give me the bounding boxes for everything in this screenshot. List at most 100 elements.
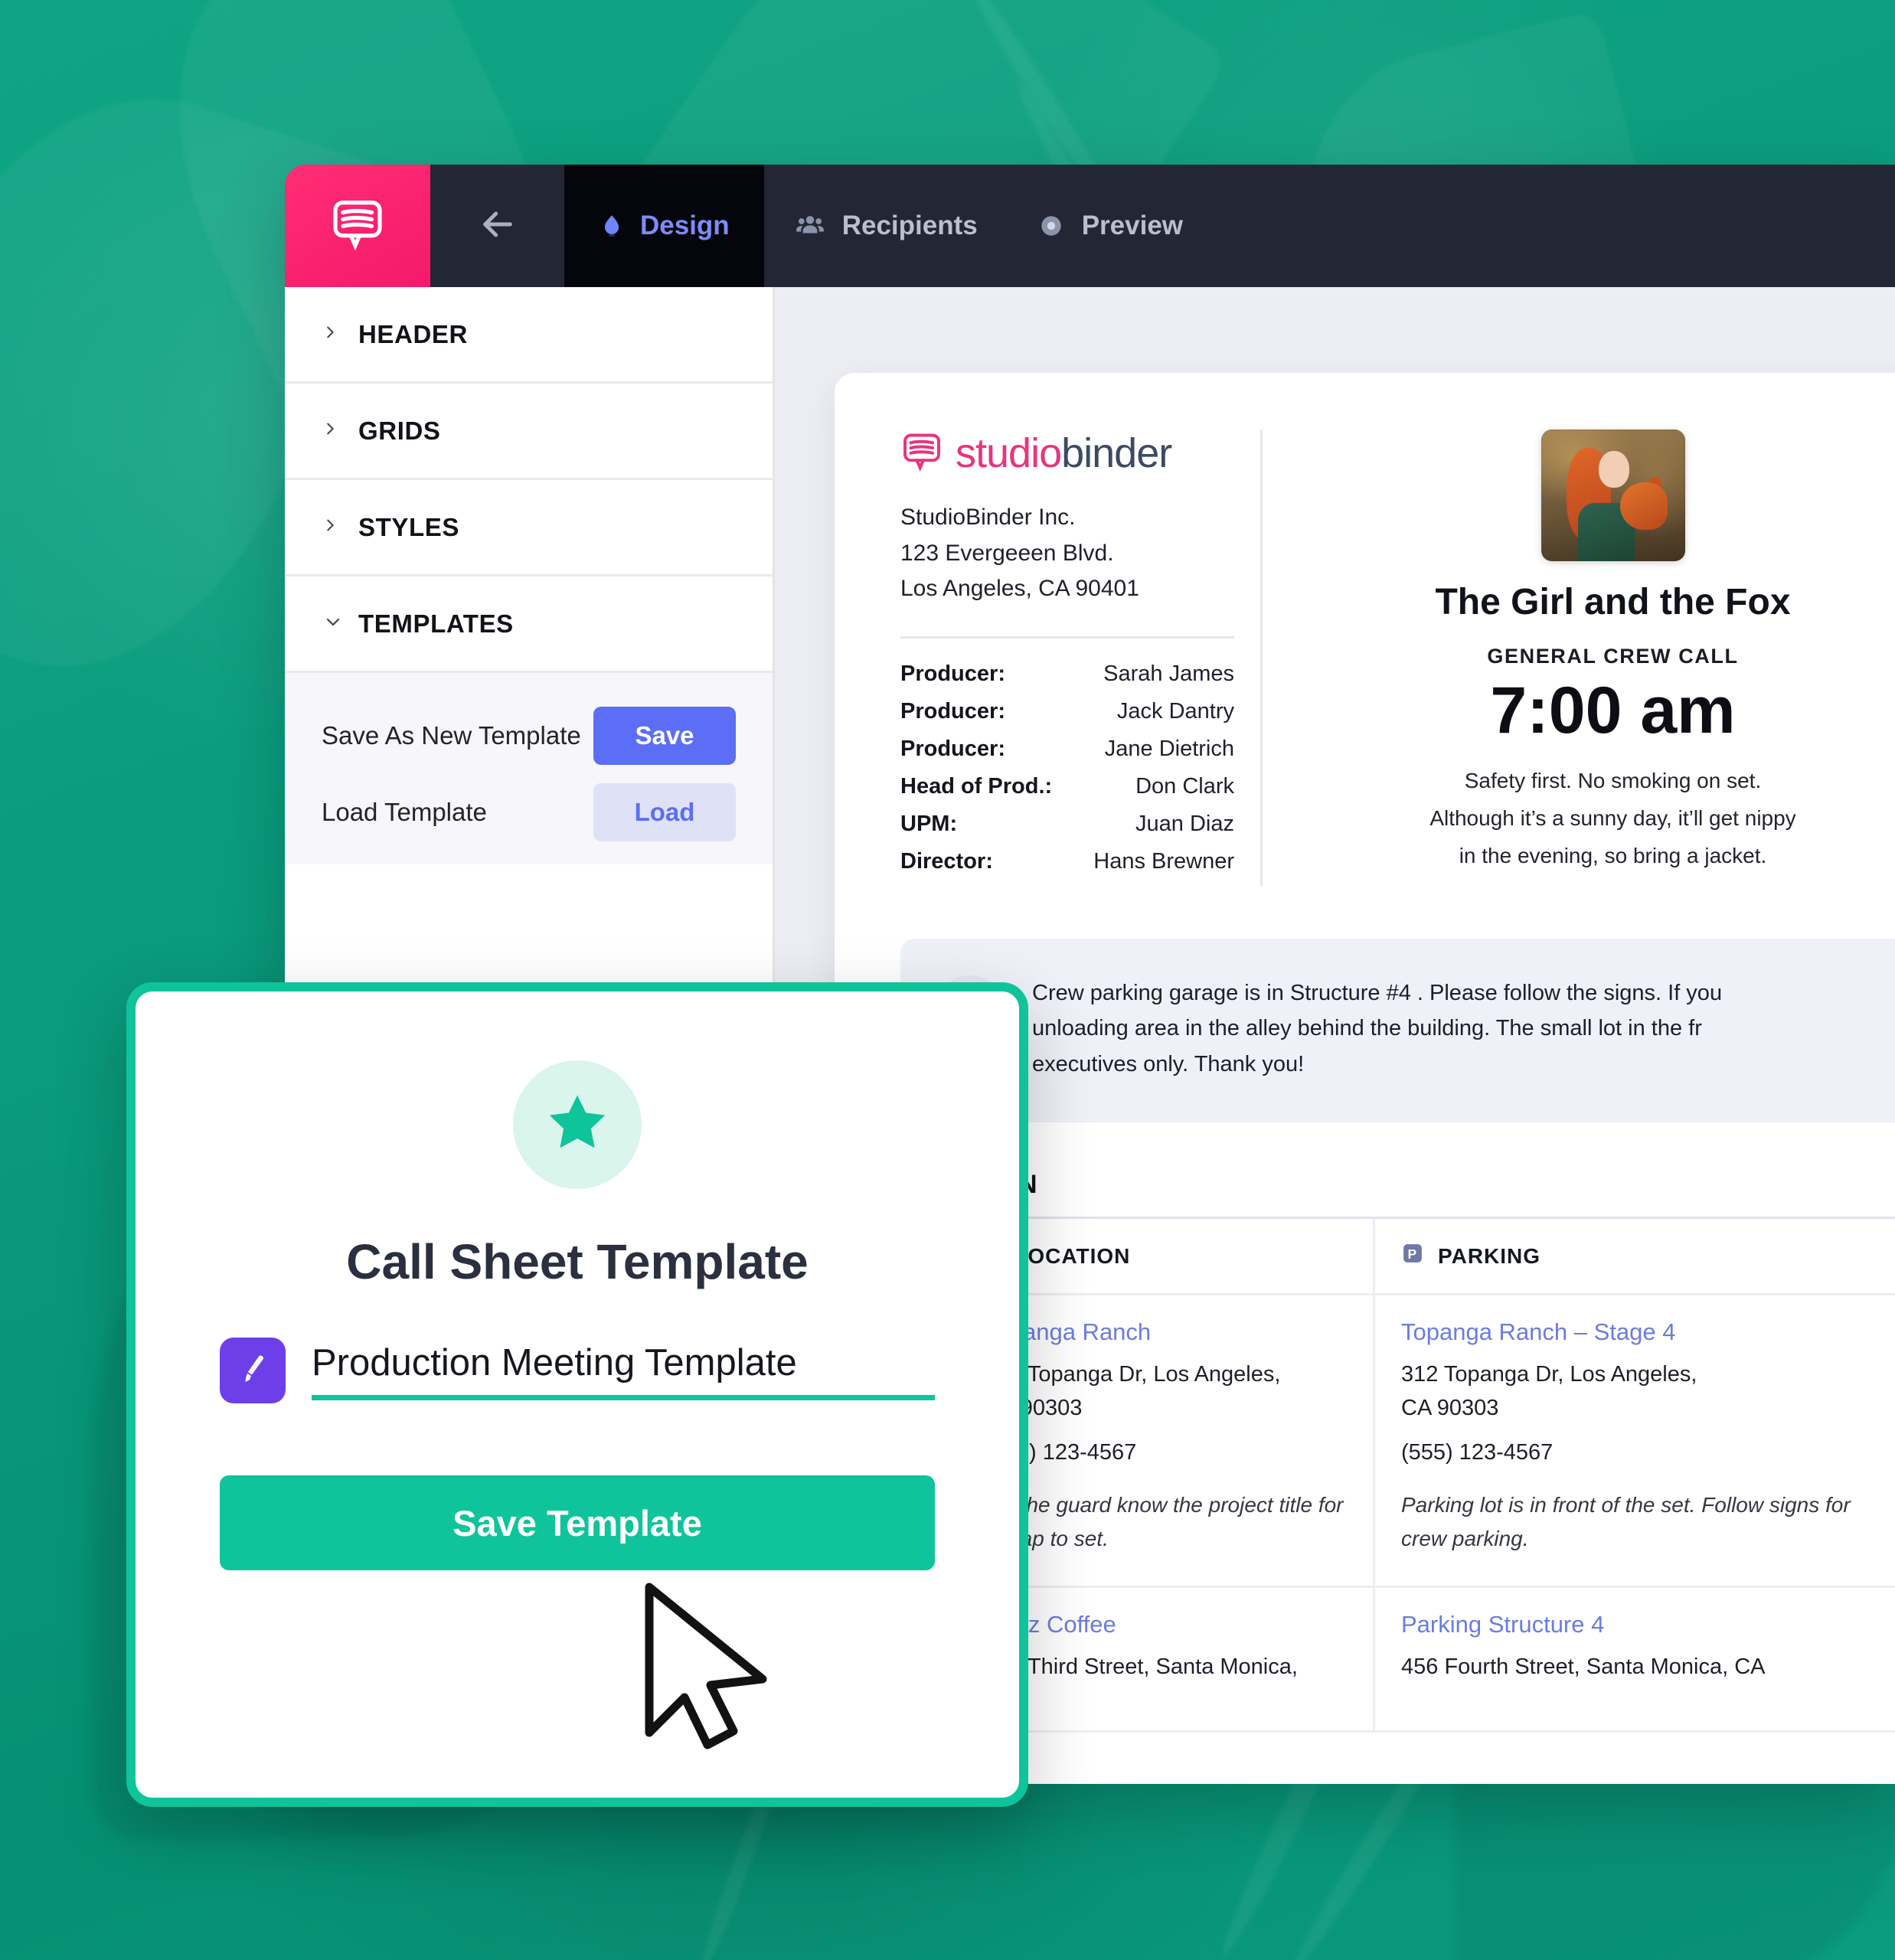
crew-role: Producer: — [900, 736, 1005, 761]
crew-row: Director: Hans Brewner — [900, 849, 1234, 874]
safety-line-2: Although it’s a sunny day, it’ll get nip… — [1429, 806, 1796, 831]
project-block: The Girl and the Fox GENERAL CREW CALL 7… — [1263, 430, 1895, 887]
notice-line-2: unloading area in the alley behind the b… — [1032, 1016, 1702, 1041]
company-address-line2: Los Angeles, CA 90401 — [900, 576, 1139, 601]
company-name: StudioBinder Inc. — [900, 505, 1076, 530]
set-location-address: 312 Topanga Dr, Los Angeles, CA 90303 — [985, 1362, 1281, 1420]
back-button[interactable] — [430, 165, 564, 287]
location-table: SET LOCATION P PARKING Topanga Ranch Top… — [900, 1217, 1895, 1733]
crew-role: Producer: — [900, 698, 1005, 724]
parking-notice-banner: Crew parking garage is in Structure #4 .… — [900, 938, 1895, 1123]
star-icon-badge — [513, 1060, 642, 1189]
sidebar-section-grids-label: GRIDS — [358, 416, 441, 445]
general-crew-call-time: 7:00 am — [1490, 674, 1736, 747]
save-as-new-template-row: Save As New Template Save — [322, 707, 736, 765]
eye-icon — [1036, 211, 1067, 241]
tab-design-label: Design — [640, 211, 730, 240]
parking-location-address: 456 Fourth Street, Santa Monica, CA — [1401, 1655, 1766, 1680]
chevron-right-icon — [322, 512, 337, 543]
crew-name: Don Clark — [1135, 773, 1234, 799]
crew-name: Hans Brewner — [1093, 848, 1234, 874]
document-studiobinder-logo: studiobinder — [900, 430, 1234, 477]
location-cell-parking: Parking Structure 4 456 Fourth Street, S… — [1375, 1588, 1895, 1730]
studiobinder-speech-bubble-icon — [900, 430, 943, 477]
set-location-note: Let the guard know the project title for… — [985, 1493, 1344, 1550]
crew-name: Jane Dietrich — [1104, 736, 1234, 761]
sidebar-section-styles[interactable]: STYLES — [285, 480, 773, 577]
load-template-button[interactable]: Load — [593, 783, 736, 841]
save-as-new-template-label: Save As New Template — [322, 721, 581, 750]
load-template-label: Load Template — [322, 798, 487, 826]
crew-name: Sarah James — [1103, 661, 1234, 686]
crew-role: UPM: — [900, 811, 958, 836]
flame-droplet-icon — [599, 211, 625, 241]
sidebar-section-styles-label: STYLES — [358, 512, 459, 541]
crew-row: Producer: Jack Dantry — [900, 699, 1234, 724]
templates-panel: Save As New Template Save Load Template … — [285, 673, 773, 864]
company-address-line1: 123 Evergeeen Blvd. — [900, 540, 1114, 566]
divider — [900, 635, 1234, 639]
sidebar-section-templates[interactable]: TEMPLATES — [285, 577, 773, 673]
set-location-address: 123 Third Street, Santa Monica, — [985, 1655, 1298, 1680]
parking-location-note: Parking lot is in front of the set. Foll… — [1401, 1493, 1851, 1550]
set-location-name[interactable]: Topanga Ranch — [985, 1318, 1347, 1346]
studiobinder-wordmark: studiobinder — [956, 430, 1172, 477]
parking-location-phone: (555) 123-4567 — [1401, 1440, 1554, 1465]
wordmark-studio: studio — [956, 430, 1062, 476]
wordmark-binder: binder — [1061, 430, 1172, 476]
column-header-parking: P PARKING — [1375, 1219, 1895, 1293]
crew-role: Producer: — [900, 661, 1005, 686]
safety-line-1: Safety first. No smoking on set. — [1464, 769, 1762, 793]
sidebar-section-grids[interactable]: GRIDS — [285, 384, 773, 480]
movie-poster-thumbnail — [1541, 430, 1685, 561]
studiobinder-logo-tile[interactable] — [285, 165, 430, 287]
set-location-phone: (555) 123-4567 — [985, 1440, 1137, 1465]
studiobinder-speech-bubble-icon — [329, 196, 386, 256]
parking-location-name[interactable]: Parking Structure 4 — [1401, 1611, 1891, 1638]
tab-recipients[interactable]: Recipients — [764, 165, 1007, 287]
load-template-row: Load Template Load — [322, 783, 736, 841]
tab-design[interactable]: Design — [564, 165, 764, 287]
parking-p-icon: P — [1401, 1242, 1424, 1270]
people-group-icon — [793, 211, 827, 241]
tab-recipients-label: Recipients — [841, 211, 978, 240]
template-name-field-group — [220, 1338, 935, 1403]
crew-role: Head of Prod.: — [900, 773, 1053, 799]
save-template-submit-button[interactable]: Save Template — [220, 1475, 935, 1570]
crew-row: UPM: Juan Diaz — [900, 812, 1234, 837]
crew-name: Jack Dantry — [1116, 698, 1234, 724]
parking-location-name[interactable]: Topanga Ranch – Stage 4 — [1401, 1318, 1891, 1346]
star-icon — [544, 1090, 610, 1160]
parking-notice-text: Crew parking garage is in Structure #4 .… — [1032, 975, 1722, 1083]
call-sheet-header: studiobinder StudioBinder Inc. 123 Everg… — [900, 430, 1895, 887]
save-template-button[interactable]: Save — [593, 707, 736, 765]
modal-title: Call Sheet Template — [346, 1234, 809, 1289]
sidebar-section-templates-label: TEMPLATES — [358, 609, 514, 638]
template-name-input[interactable] — [312, 1341, 935, 1384]
location-section-title: LOCATION — [900, 1170, 1895, 1200]
top-navigation-bar: Design Recipients Preview — [285, 165, 1895, 287]
company-address: StudioBinder Inc. 123 Evergeeen Blvd. Lo… — [900, 500, 1234, 607]
table-row: 2 Robz Coffee 123 Third Street, Santa Mo… — [900, 1588, 1895, 1733]
template-name-underline — [312, 1341, 935, 1400]
general-crew-call-label: GENERAL CREW CALL — [1487, 645, 1739, 668]
svg-text:P: P — [1408, 1246, 1418, 1262]
arrow-left-icon — [476, 203, 519, 250]
location-cell-parking: Topanga Ranch – Stage 4 312 Topanga Dr, … — [1375, 1295, 1895, 1586]
crew-name: Juan Diaz — [1135, 811, 1234, 836]
crew-row: Producer: Sarah James — [900, 662, 1234, 687]
notice-line-1: Crew parking garage is in Structure #4 .… — [1032, 980, 1723, 1005]
company-block: studiobinder StudioBinder Inc. 123 Everg… — [900, 430, 1260, 887]
set-location-name[interactable]: Robz Coffee — [985, 1611, 1298, 1638]
column-header-parking-label: PARKING — [1438, 1243, 1541, 1268]
crew-role: Director: — [900, 848, 993, 874]
paintbrush-icon-tile[interactable] — [220, 1338, 286, 1403]
parking-location-address: 312 Topanga Dr, Los Angeles, CA 90303 — [1401, 1362, 1697, 1420]
crew-row: Producer: Jane Dietrich — [900, 737, 1234, 762]
sidebar-section-header[interactable]: HEADER — [285, 287, 773, 384]
chevron-down-icon — [322, 612, 340, 635]
chevron-right-icon — [322, 416, 337, 446]
paintbrush-icon — [235, 1351, 270, 1390]
sidebar-section-header-label: HEADER — [358, 319, 468, 348]
tab-preview[interactable]: Preview — [1007, 165, 1212, 287]
